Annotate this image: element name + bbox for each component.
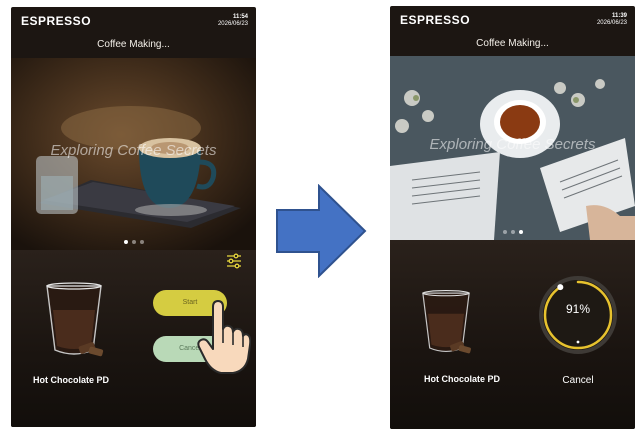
- clock: 11:54 2026/06/23: [218, 14, 248, 28]
- carousel-dot[interactable]: [131, 240, 136, 244]
- brand-logo: ESPRESSO: [21, 14, 92, 28]
- carousel-dots[interactable]: [390, 230, 635, 234]
- time: 11:54: [232, 14, 248, 20]
- arrow-right-icon: [275, 183, 367, 283]
- carousel-dot[interactable]: [510, 230, 515, 234]
- progress-value: 91%: [565, 302, 591, 316]
- brand-logo: ESPRESSO: [400, 13, 471, 27]
- date: 2026/06/23: [596, 20, 627, 26]
- clock: 11:39 2026/06/23: [597, 13, 627, 27]
- product-name: Hot Chocolate PD: [33, 375, 110, 385]
- carousel-dot[interactable]: [139, 240, 144, 244]
- carousel-dot[interactable]: [502, 230, 507, 234]
- left-screen: ESPRESSO 11:54 2026/06/23 Coffee Making.…: [11, 7, 256, 427]
- status-title: Coffee Making...: [97, 39, 170, 50]
- promo-banner[interactable]: Exploring Coffee Secrets: [390, 56, 635, 240]
- settings-icon[interactable]: [226, 253, 242, 274]
- carousel-dot[interactable]: [518, 230, 523, 234]
- right-screen: ESPRESSO 11:39 2026/06/23 Coffee Making.…: [390, 6, 635, 429]
- date: 2026/06/23: [217, 21, 248, 27]
- hand-pointer-icon: [195, 299, 252, 380]
- banner-caption: Exploring Coffee Secrets: [50, 142, 217, 159]
- cup-image: [39, 282, 109, 367]
- cup-image: [416, 288, 476, 365]
- progress-ring: 91%: [538, 268, 618, 360]
- time: 11:39: [611, 13, 627, 19]
- carousel-dots[interactable]: [11, 240, 256, 244]
- carousel-dot[interactable]: [123, 240, 128, 244]
- cancel-button[interactable]: Cancel: [538, 375, 618, 386]
- status-title: Coffee Making...: [476, 38, 549, 49]
- promo-banner[interactable]: Exploring Coffee Secrets: [11, 58, 256, 250]
- progress-knob: [557, 284, 564, 291]
- product-name: Hot Chocolate PD: [424, 374, 501, 384]
- banner-caption: Exploring Coffee Secrets: [429, 136, 596, 153]
